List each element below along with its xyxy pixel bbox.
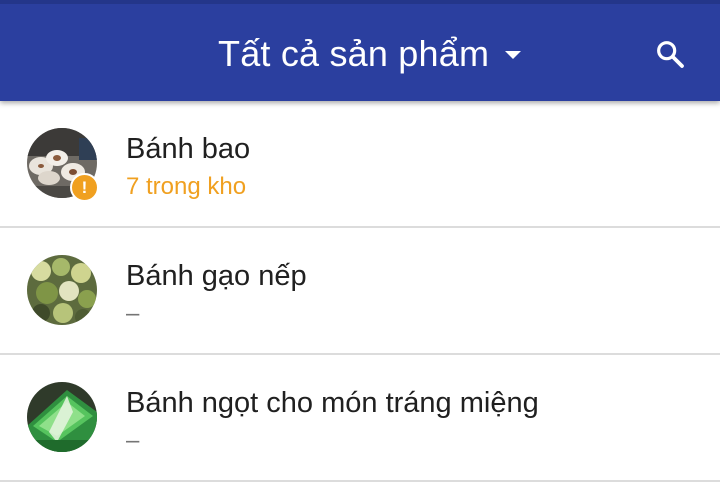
product-thumbnail: [27, 382, 97, 452]
product-row[interactable]: ! Bánh bao 7 trong kho: [0, 101, 720, 228]
product-name: Bánh gạo nếp: [126, 260, 307, 292]
product-list: ! Bánh bao 7 trong kho Bánh gạo nếp – Bá…: [0, 101, 720, 482]
product-name: Bánh bao: [126, 133, 251, 165]
search-icon: [657, 41, 684, 68]
app-screen: Tất cả sản phẩm ! Bánh bao 7 trong kho B…: [0, 0, 720, 490]
stock-status: –: [126, 300, 140, 327]
app-bar: Tất cả sản phẩm: [0, 0, 720, 101]
stock-status: 7 trong kho: [126, 173, 247, 200]
category-dropdown[interactable]: Tất cả sản phẩm: [218, 28, 522, 80]
product-name: Bánh ngọt cho món tráng miệng: [126, 387, 539, 419]
page-title: Tất cả sản phẩm: [218, 33, 490, 74]
product-row[interactable]: Bánh ngọt cho món tráng miệng –: [0, 355, 720, 482]
arrow-drop-down-icon: [505, 51, 522, 59]
product-thumbnail: [27, 255, 97, 325]
warning-icon: !: [70, 173, 99, 202]
product-row[interactable]: Bánh gạo nếp –: [0, 228, 720, 355]
search-button[interactable]: [644, 28, 696, 80]
stock-status: –: [126, 427, 140, 454]
